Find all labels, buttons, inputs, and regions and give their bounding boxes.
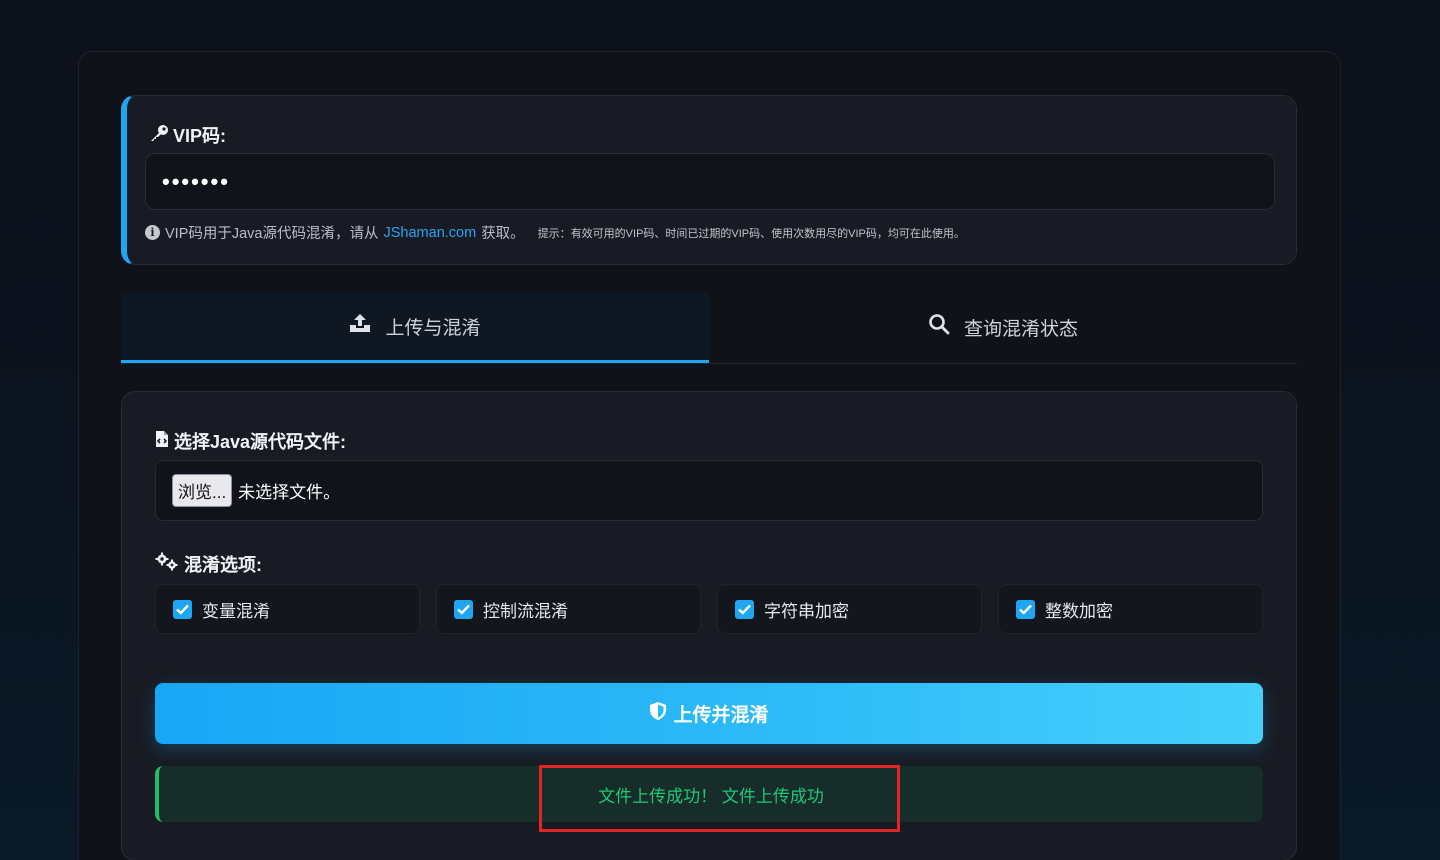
- option-label: 变量混淆: [202, 601, 270, 621]
- info-icon: i: [145, 225, 160, 240]
- vip-code-input[interactable]: •••••••: [145, 153, 1275, 210]
- vip-label: VIP码:: [173, 126, 227, 146]
- tab-query-status[interactable]: 查询混淆状态: [709, 292, 1297, 362]
- help-prefix: VIP码用于Java源代码混淆，请从: [165, 226, 379, 242]
- file-label: 选择Java源代码文件:: [174, 432, 347, 452]
- option-label: 整数加密: [1045, 601, 1113, 621]
- browse-button[interactable]: 浏览...: [172, 474, 233, 507]
- jshaman-link[interactable]: JShaman.com: [384, 225, 477, 241]
- file-input[interactable]: 浏览... 未选择文件。: [155, 460, 1263, 521]
- options-grid: 变量混淆 控制流混淆 字符串加密 整数加密: [155, 584, 1263, 634]
- vip-card: VIP码: ••••••• i VIP码用于Java源代码混淆，请从 JSham…: [121, 95, 1297, 265]
- option-integer-encryption[interactable]: 整数加密: [998, 584, 1263, 634]
- checkbox-checked-icon[interactable]: [1016, 599, 1035, 619]
- search-icon: [928, 313, 950, 341]
- key-icon: [149, 124, 169, 147]
- option-label: 控制流混淆: [483, 601, 568, 621]
- submit-label: 上传并混淆: [673, 705, 769, 726]
- success-alert: 文件上传成功！ 文件上传成功: [155, 766, 1263, 822]
- shield-icon: [649, 701, 667, 727]
- option-control-flow-obfuscation[interactable]: 控制流混淆: [436, 584, 701, 634]
- option-string-encryption[interactable]: 字符串加密: [717, 584, 982, 634]
- checkbox-checked-icon[interactable]: [173, 599, 192, 619]
- file-status: 未选择文件。: [238, 483, 341, 502]
- options-label: 混淆选项:: [184, 555, 262, 575]
- upload-and-obfuscate-button[interactable]: 上传并混淆: [155, 683, 1263, 744]
- vip-tip: 提示：有效可用的VIP码、时间已过期的VIP码、使用次数用尽的VIP码，均可在此…: [537, 227, 965, 240]
- option-variable-obfuscation[interactable]: 变量混淆: [155, 584, 420, 634]
- vip-label-row: VIP码:: [149, 122, 226, 148]
- file-section-label: 选择Java源代码文件:: [155, 428, 346, 454]
- options-section-label: 混淆选项:: [155, 551, 262, 577]
- success-message: 文件上传成功！ 文件上传成功: [598, 786, 824, 806]
- help-suffix: 获取。: [481, 226, 525, 242]
- tab-upload-label: 上传与混淆: [385, 317, 481, 339]
- tab-upload[interactable]: 上传与混淆: [121, 292, 709, 363]
- upload-icon: [349, 313, 371, 339]
- gears-icon: [155, 552, 179, 577]
- tab-bar: 上传与混淆 查询混淆状态: [121, 292, 1297, 364]
- tab-query-label: 查询混淆状态: [963, 318, 1078, 340]
- option-label: 字符串加密: [764, 601, 849, 621]
- vip-help-text: i VIP码用于Java源代码混淆，请从 JShaman.com 获取。 提示：…: [145, 222, 965, 243]
- upload-card: 选择Java源代码文件: 浏览... 未选择文件。 混淆选项: 变量混淆 控制流…: [121, 391, 1297, 860]
- checkbox-checked-icon[interactable]: [454, 599, 473, 619]
- checkbox-checked-icon[interactable]: [735, 599, 754, 619]
- java-file-icon: [155, 430, 169, 453]
